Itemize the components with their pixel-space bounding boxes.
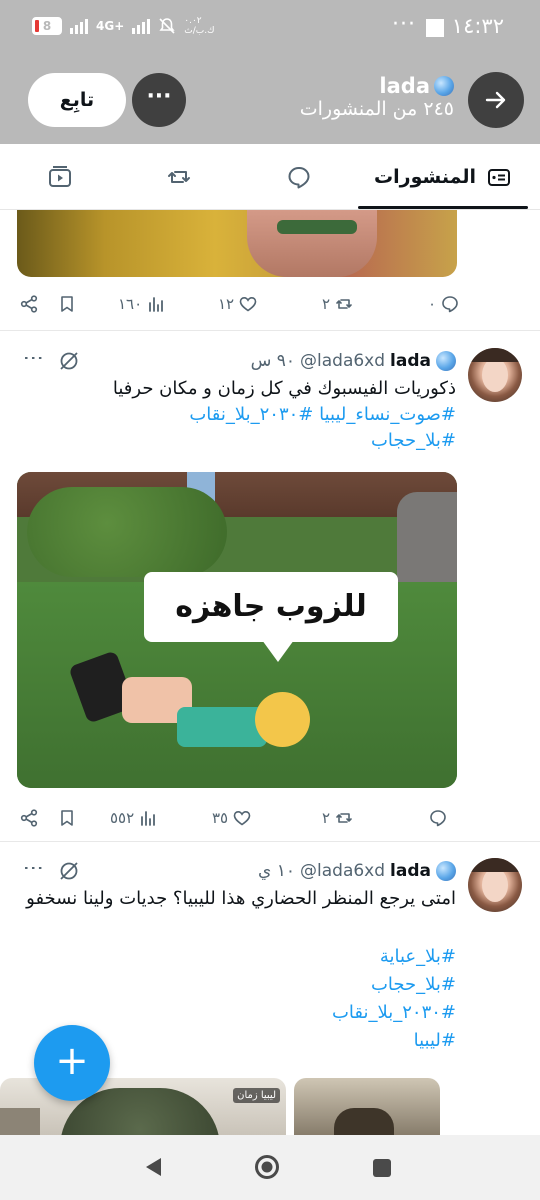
avatar[interactable] [468, 858, 522, 912]
more-options-button[interactable]: ··· [132, 73, 186, 127]
post-text: امتى يرجع المنظر الحضاري هذا لليبيا؟ جدي… [26, 888, 456, 909]
repost-button[interactable]: ٢ [322, 290, 354, 318]
post-header: ١٠ ي @lada6xd lada [258, 858, 456, 884]
post-image[interactable] [294, 1078, 440, 1135]
profile-name: lada [379, 74, 454, 98]
post-menu-button[interactable]: ⋮ [22, 858, 46, 878]
hashtag-line[interactable]: #٢٠٣٠_بلا_نقاب [16, 1000, 456, 1026]
feed[interactable]: ٠ ٢ ١٢ ١٦٠ ٩٠ س @lada6xd lada ⋮ ذكوريات … [0, 210, 540, 1135]
view-count: ١٦٠ [118, 295, 143, 313]
hashtag-line[interactable]: #بلا_عباية [16, 944, 456, 970]
repost-button[interactable]: ٢ [322, 804, 354, 832]
bookmark-icon[interactable] [57, 294, 77, 314]
status-time: ١٤:٣٢ [451, 14, 504, 38]
speed-label: ٠.٠٢ ك.ب/ث [184, 16, 215, 36]
heart-icon [239, 296, 257, 312]
post-image-partial[interactable] [17, 210, 457, 277]
reposts-tab-icon[interactable] [166, 164, 192, 190]
post-menu-button[interactable]: ⋮ [22, 348, 46, 368]
share-icon[interactable] [19, 294, 39, 314]
image-watermark: ليبيا زمان [233, 1088, 280, 1103]
home-nav-icon[interactable] [254, 1154, 280, 1180]
share-icon[interactable] [19, 808, 39, 828]
view-count: ٥٥٢ [110, 809, 135, 827]
bar-chart-icon [141, 811, 156, 826]
views-button[interactable]: ١٦٠ [118, 290, 166, 318]
reply-button[interactable] [428, 804, 448, 832]
tab-posts[interactable]: المنشورات [358, 144, 528, 210]
reply-button[interactable]: ٠ [428, 290, 460, 318]
post-divider [0, 841, 540, 842]
bookmark-icon[interactable] [57, 808, 77, 828]
back-button[interactable] [468, 72, 524, 128]
battery-icon: 8 [32, 17, 62, 35]
back-nav-icon[interactable] [142, 1155, 164, 1179]
globe-emoji-icon [436, 351, 456, 371]
compose-button[interactable]: + [34, 1025, 110, 1101]
like-count: ٣٥ [212, 809, 229, 827]
post-actions: ٠ ٢ ١٢ ١٦٠ [0, 290, 540, 318]
profile-header: lada ٢٤٥ من المنشورات ··· تابِع [0, 56, 540, 144]
heart-icon [233, 810, 251, 826]
grok-icon[interactable] [58, 860, 80, 882]
views-button[interactable]: ٥٥٢ [110, 804, 158, 832]
post-image[interactable]: للزوب جاهزه [17, 472, 457, 788]
tab-posts-label: المنشورات [374, 166, 476, 188]
repost-count: ٢ [322, 809, 331, 827]
post-header: ٩٠ س @lada6xd lada [251, 348, 456, 374]
like-button[interactable]: ٣٥ [212, 804, 252, 832]
reply-count: ٠ [428, 295, 437, 313]
post-time: ٩٠ س [250, 351, 296, 371]
repost-icon [336, 813, 352, 823]
grok-icon[interactable] [58, 350, 80, 372]
globe-emoji-icon [436, 861, 456, 881]
globe-emoji-icon [434, 76, 454, 96]
network-label: 4G+ [96, 19, 125, 33]
post-handle: @lada6xd [300, 351, 386, 371]
post-text: ذكوريات الفيسبوك في كل زمان و مكان حرفيا [112, 378, 456, 399]
posts-tab-icon [487, 169, 510, 186]
replies-tab-icon[interactable] [286, 164, 312, 190]
profile-tabs: المنشورات [0, 144, 540, 210]
like-count: ١٢ [218, 295, 235, 313]
like-button[interactable]: ١٢ [218, 290, 258, 318]
post-author[interactable]: lada [390, 351, 431, 371]
media-tab-icon[interactable] [47, 164, 73, 190]
post-handle: @lada6xd [300, 861, 386, 881]
status-icons: 8 4G+ ٠.٠٢ ك.ب/ث [32, 16, 216, 36]
follow-button[interactable]: تابِع [28, 73, 126, 127]
post-time: ١٠ ي [258, 861, 296, 881]
hashtag-line[interactable]: #صوت_نساء_ليبيا #٢٠٣٠_بلا_نقاب [16, 402, 456, 428]
post-divider [0, 330, 540, 331]
repost-icon [336, 299, 352, 309]
screen-record-icon [426, 19, 444, 37]
signal-icon-2 [132, 18, 151, 34]
system-nav-bar [0, 1135, 540, 1200]
hashtag-line[interactable]: #بلا_حجاب [16, 972, 456, 998]
post-count: ٢٤٥ من المنشورات [299, 98, 454, 120]
image-caption: للزوب جاهزه [175, 589, 367, 624]
status-more: ··· [392, 12, 416, 37]
repost-count: ٢ [322, 295, 331, 313]
active-tab-indicator [358, 206, 528, 209]
status-bar: 8 4G+ ٠.٠٢ ك.ب/ث ··· ١٤:٣٢ [0, 0, 540, 56]
arrow-right-icon [485, 91, 506, 109]
recents-nav-icon[interactable] [371, 1157, 393, 1179]
mute-bell-icon [159, 18, 175, 34]
avatar[interactable] [468, 348, 522, 402]
bar-chart-icon [149, 297, 164, 312]
signal-icon [70, 18, 88, 34]
hashtag-line[interactable]: #بلا_حجاب [16, 428, 456, 454]
post-author[interactable]: lada [390, 861, 431, 881]
post-actions: ٢ ٣٥ ٥٥٢ [0, 804, 540, 832]
reply-icon [442, 296, 458, 313]
reply-icon [430, 810, 446, 827]
